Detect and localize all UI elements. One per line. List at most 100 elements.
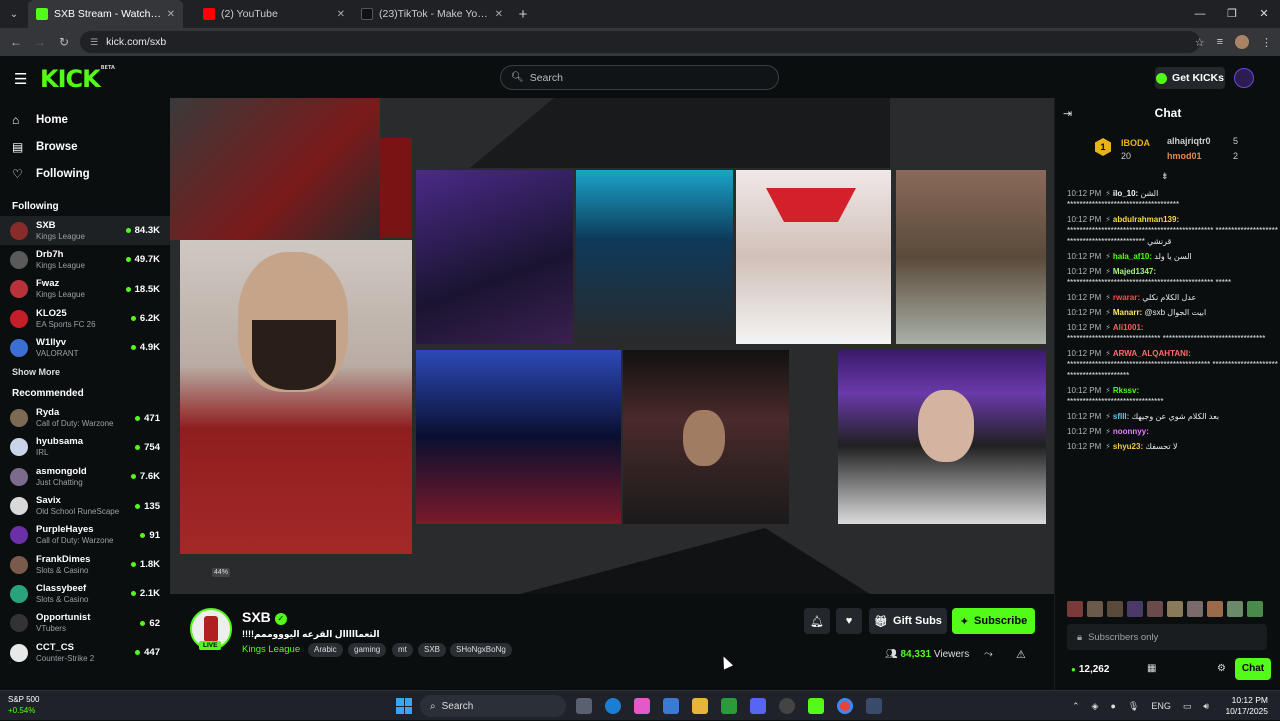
tab-tiktok[interactable]: (23)TikTok - Make Your Day ✕ xyxy=(353,0,511,28)
follow-heart-button[interactable]: ♥ xyxy=(836,608,862,634)
microphone-icon[interactable]: 🎙︎ xyxy=(1128,701,1139,712)
message-user[interactable]: shyu23: xyxy=(1113,442,1143,451)
sidebar-channel[interactable]: CCT_CS Counter-Strike 2 447 xyxy=(0,638,170,667)
language-indicator[interactable]: ENG xyxy=(1151,701,1171,711)
back-icon[interactable]: ← xyxy=(4,35,28,49)
kicks-balance[interactable]: 12,262 xyxy=(1071,664,1110,675)
close-tab-icon[interactable]: ✕ xyxy=(495,9,503,20)
site-info-icon[interactable]: ☰ xyxy=(90,37,98,48)
menu-dots-icon[interactable]: ⋮ xyxy=(1261,36,1272,49)
new-tab-button[interactable]: + xyxy=(511,6,535,23)
store-icon[interactable]: ▦ xyxy=(1147,663,1156,674)
emote-icon[interactable] xyxy=(1167,601,1183,617)
report-icon[interactable]: ⚠ xyxy=(1016,648,1026,661)
emote-icon[interactable] xyxy=(1247,601,1263,617)
tray-app-icon[interactable]: ◈ xyxy=(1092,701,1099,712)
task-view-icon[interactable] xyxy=(576,698,592,714)
minimize-icon[interactable]: — xyxy=(1184,0,1216,28)
tab-youtube[interactable]: (2) YouTube ✕ xyxy=(195,0,353,28)
share-icon[interactable]: ⤳ xyxy=(984,648,993,661)
message-user[interactable]: ARWA_ALQAHTANI: xyxy=(1113,349,1191,358)
tab-search-icon[interactable]: ⌄ xyxy=(0,0,28,28)
show-more-button[interactable]: Show More xyxy=(0,362,170,382)
sidebar-channel[interactable]: KLO25 EA Sports FC 26 6.2K xyxy=(0,304,170,333)
streamer-name[interactable]: SXB ✓ xyxy=(242,609,287,625)
close-window-icon[interactable]: ✕ xyxy=(1248,0,1280,28)
emote-icon[interactable] xyxy=(1147,601,1163,617)
emote-icon[interactable] xyxy=(1067,601,1083,617)
message-user[interactable]: Majed1347: xyxy=(1113,267,1156,276)
windows-start-icon[interactable] xyxy=(396,698,412,714)
nav-home[interactable]: ⌂ Home xyxy=(0,106,170,133)
gift-subs-button[interactable]: 🎁︎ Gift Subs xyxy=(869,608,947,634)
tag-mt[interactable]: mt xyxy=(392,643,413,657)
sidebar-channel[interactable]: Drb7h Kings League 49.7K xyxy=(0,245,170,274)
sidebar-channel[interactable]: asmongold Just Chatting 7.6K xyxy=(0,462,170,491)
forward-icon[interactable]: → xyxy=(28,35,52,49)
tray-steam-icon[interactable]: ● xyxy=(1110,701,1115,711)
edge-icon[interactable] xyxy=(605,698,621,714)
get-kicks-button[interactable]: Get KICKs xyxy=(1155,67,1225,89)
kick-app-icon[interactable] xyxy=(808,698,824,714)
emote-icon[interactable] xyxy=(1207,601,1223,617)
emote-icon[interactable] xyxy=(1227,601,1243,617)
network-icon[interactable]: ▭ xyxy=(1183,701,1192,712)
close-tab-icon[interactable]: ✕ xyxy=(337,9,345,20)
copilot-icon[interactable] xyxy=(634,698,650,714)
message-user[interactable]: rwarar: xyxy=(1113,293,1140,302)
close-tab-icon[interactable]: ✕ xyxy=(167,9,175,20)
shield-app-icon[interactable] xyxy=(866,698,882,714)
tab-kick[interactable]: SXB Stream - Watch Live on ✕ xyxy=(28,0,183,28)
sidebar-channel[interactable]: Savix Old School RuneScape 135 xyxy=(0,491,170,520)
video-player[interactable]: 44% xyxy=(170,98,1054,594)
nav-following[interactable]: ♡ Following xyxy=(0,160,170,187)
stock-widget[interactable]: S&P 500 +0.54% xyxy=(8,694,39,716)
message-user[interactable]: abdulrahman139: xyxy=(1113,215,1179,224)
sidebar-channel[interactable]: Ryda Call of Duty: Warzone 471 xyxy=(0,403,170,432)
sidebar-channel[interactable]: PurpleHayes Call of Duty: Warzone 91 xyxy=(0,521,170,550)
emote-icon[interactable] xyxy=(1127,601,1143,617)
tag-sxb[interactable]: SXB xyxy=(418,643,447,657)
user-avatar[interactable] xyxy=(1234,68,1254,88)
taskbar-clock[interactable]: 10:12 PM 10/17/2025 xyxy=(1225,695,1268,717)
stream-category[interactable]: Kings League xyxy=(242,644,300,655)
volume-icon[interactable]: 🔊︎ xyxy=(1203,701,1209,712)
send-chat-button[interactable]: Chat xyxy=(1235,658,1271,680)
message-user[interactable]: Manarr: xyxy=(1113,308,1142,317)
sidebar-channel[interactable]: FrankDimes Slots & Casino 1.8K xyxy=(0,550,170,579)
sidebar-channel[interactable]: Opportunist VTubers 62 xyxy=(0,609,170,638)
subscribe-button[interactable]: ✦ Subscribe xyxy=(952,608,1035,634)
emote-icon[interactable] xyxy=(1107,601,1123,617)
kick-logo[interactable]: KICKBETA xyxy=(40,65,115,93)
taskbar-search[interactable]: ⌕ Search xyxy=(420,695,566,717)
expand-leaderboard-icon[interactable]: ⇟ xyxy=(1161,171,1169,182)
notification-bell-button[interactable]: 🔔︎ xyxy=(804,608,830,634)
bookmark-star-icon[interactable]: ☆ xyxy=(1195,36,1205,49)
message-user[interactable]: hala_af10: xyxy=(1113,252,1152,261)
emote-icon[interactable] xyxy=(1187,601,1203,617)
message-user[interactable]: Rkssv: xyxy=(1113,386,1139,395)
tray-chevron-icon[interactable]: ⌃ xyxy=(1072,701,1080,712)
search-input[interactable]: 🔍︎ Search xyxy=(500,65,779,90)
sidebar-channel[interactable]: Fwaz Kings League 18.5K xyxy=(0,275,170,304)
xbox-icon[interactable] xyxy=(721,698,737,714)
profile-avatar[interactable] xyxy=(1235,35,1249,49)
reload-icon[interactable]: ↻ xyxy=(52,35,76,49)
tag-shongxbong[interactable]: SHoNgxBoNg xyxy=(450,643,512,657)
sidebar-channel[interactable]: W1llyv VALORANT 4.9K xyxy=(0,333,170,362)
sidebar-channel[interactable]: hyubsama IRL 754 xyxy=(0,433,170,462)
message-user[interactable]: sflll: xyxy=(1113,412,1129,421)
chat-input[interactable]: 🔒︎ Subscribers only xyxy=(1067,624,1267,650)
discord-icon[interactable] xyxy=(750,698,766,714)
message-user[interactable]: Ali1001: xyxy=(1113,323,1144,332)
tag-arabic[interactable]: Arabic xyxy=(308,643,343,657)
sidebar-icon[interactable]: ≡ xyxy=(1217,36,1223,48)
chrome-icon[interactable] xyxy=(837,698,853,714)
emote-icon[interactable] xyxy=(1087,601,1103,617)
settings-gear-icon[interactable]: ⚙ xyxy=(1217,663,1226,674)
sidebar-channel[interactable]: SXB Kings League 84.3K xyxy=(0,216,170,246)
nav-browse[interactable]: ▤ Browse xyxy=(0,133,170,160)
url-input[interactable]: ☰ kick.com/sxb xyxy=(80,31,1200,53)
app-icon[interactable] xyxy=(779,698,795,714)
maximize-icon[interactable]: ❐ xyxy=(1216,0,1248,28)
